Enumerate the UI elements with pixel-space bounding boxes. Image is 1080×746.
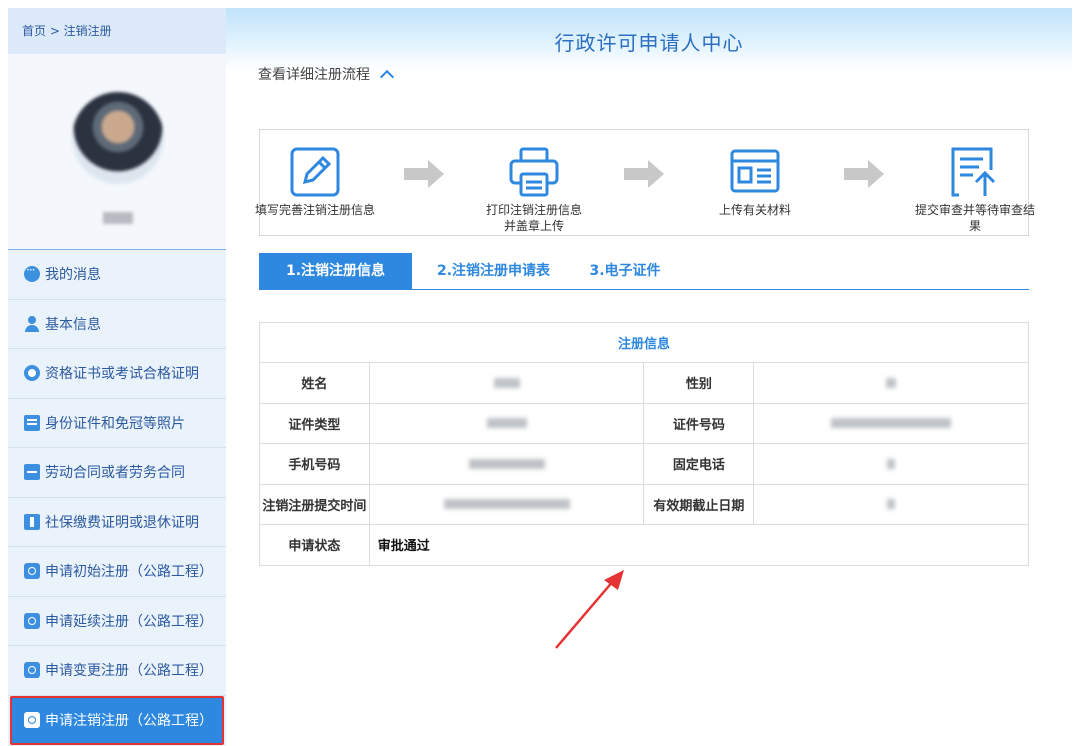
- value-phone: [753, 443, 1029, 485]
- status-value: 审批通过: [368, 524, 1030, 566]
- folder-icon: [24, 464, 40, 481]
- value-id-type: [368, 402, 645, 444]
- breadcrumb[interactable]: 首页 > 注销注册: [8, 8, 226, 54]
- step-submit: 提交审查并等待审查结果: [905, 130, 1045, 234]
- table-row: 手机号码 固定电话: [259, 443, 1029, 485]
- label-gender: 性别: [643, 362, 755, 404]
- arrow-right-icon: [404, 160, 444, 188]
- label-submit-time: 注销注册提交时间: [259, 483, 370, 525]
- sidebar-item-label: 资格证书或考试合格证明: [45, 366, 199, 383]
- document-icon: [24, 513, 40, 530]
- sidebar-item-label: 申请变更注册（公路工程）: [45, 663, 213, 680]
- value-id-number: [753, 402, 1029, 444]
- redacted-value: [886, 377, 897, 388]
- edit-icon: [289, 146, 341, 198]
- step-label: 填写完善注销注册信息: [254, 203, 375, 217]
- profile-panel: [8, 54, 226, 250]
- label-expiry: 有效期截止日期: [643, 483, 755, 525]
- id-card-icon: [24, 414, 40, 431]
- step-label: 上传有关材料: [718, 203, 791, 217]
- sidebar-item-basic-info[interactable]: 基本信息: [8, 299, 226, 349]
- table-row: 姓名 性别: [259, 362, 1029, 404]
- value-mobile: [368, 443, 645, 485]
- tab-cancel-application[interactable]: 2.注销注册申请表: [412, 253, 575, 289]
- sidebar-item-renewal-registration[interactable]: 申请延续注册（公路工程）: [8, 596, 226, 646]
- step-label: 打印注销注册信息并盖章上传: [485, 203, 582, 233]
- main-content: 行政许可申请人中心 查看详细注册流程 填写完善注销注册信息 打印注销注册信息并盖…: [226, 8, 1072, 746]
- table-row: 申请状态 审批通过: [259, 524, 1030, 566]
- user-icon: [24, 315, 40, 332]
- step-print: 打印注销注册信息并盖章上传: [464, 130, 604, 234]
- redacted-value: [887, 458, 896, 469]
- sidebar-item-messages[interactable]: 我的消息: [8, 250, 226, 300]
- camera-icon: [24, 563, 40, 580]
- table-caption: 注册信息: [259, 322, 1029, 363]
- label-id-number: 证件号码: [643, 402, 755, 444]
- page-header: 行政许可申请人中心: [226, 8, 1072, 70]
- label-phone: 固定电话: [643, 443, 755, 485]
- value-gender: [753, 362, 1029, 404]
- message-icon: [24, 263, 40, 283]
- profile-name: [103, 212, 133, 224]
- tab-bar: 1.注销注册信息 2.注销注册申请表 3.电子证件: [259, 253, 1029, 290]
- sidebar-item-initial-registration[interactable]: 申请初始注册（公路工程）: [8, 547, 226, 597]
- process-steps: 填写完善注销注册信息 打印注销注册信息并盖章上传 上传有关材料 提交审查并等待审…: [255, 129, 1035, 236]
- value-expiry: [753, 483, 1029, 525]
- label-mobile: 手机号码: [259, 443, 370, 485]
- arrow-right-icon: [624, 160, 664, 188]
- chevron-up-icon[interactable]: [379, 69, 395, 85]
- sidebar-item-contract[interactable]: 劳动合同或者劳务合同: [8, 448, 226, 498]
- label-id-type: 证件类型: [259, 402, 370, 444]
- submit-icon: [949, 146, 1001, 198]
- redacted-value: [486, 418, 527, 429]
- label-name: 姓名: [259, 362, 370, 404]
- page-title: 行政许可申请人中心: [554, 31, 744, 55]
- sidebar-nav: 我的消息 基本信息 资格证书或考试合格证明 身份证件和免冠等照片 劳动合同或者劳…: [8, 250, 226, 745]
- sidebar-item-social-security[interactable]: 社保缴费证明或退休证明: [8, 497, 226, 547]
- table-row: 证件类型 证件号码: [259, 402, 1029, 444]
- sidebar-item-cancel-registration[interactable]: 申请注销注册（公路工程）: [10, 695, 224, 745]
- camera-icon: [24, 712, 40, 729]
- camera-icon: [24, 662, 40, 679]
- arrow-right-icon: [844, 160, 884, 188]
- tab-e-certificate[interactable]: 3.电子证件: [575, 253, 675, 289]
- sidebar-item-label: 身份证件和免冠等照片: [45, 415, 185, 432]
- camera-icon: [24, 612, 40, 629]
- sidebar: 首页 > 注销注册 我的消息 基本信息 资格证书或考试合格证明 身份证件和免冠等…: [8, 8, 226, 746]
- sidebar-item-label: 申请注销注册（公路工程）: [45, 713, 213, 730]
- flow-toggle-label: 查看详细注册流程: [258, 67, 370, 83]
- redacted-value: [831, 418, 952, 429]
- annotation-arrow-icon: [555, 570, 624, 649]
- redacted-value: [443, 499, 570, 510]
- sidebar-item-label: 基本信息: [45, 316, 101, 333]
- sidebar-item-label: 劳动合同或者劳务合同: [45, 465, 185, 482]
- sidebar-item-certificate[interactable]: 资格证书或考试合格证明: [8, 349, 226, 399]
- table-row: 注销注册提交时间 有效期截止日期: [259, 483, 1029, 525]
- sidebar-item-id-photos[interactable]: 身份证件和免冠等照片: [8, 398, 226, 448]
- avatar: [72, 92, 164, 184]
- redacted-value: [887, 499, 896, 510]
- step-label: 提交审查并等待审查结果: [914, 203, 1035, 233]
- registration-info-table: 注册信息 姓名 性别 证件类型 证件号码 手机号码 固定电话 注销注册提交时间 …: [259, 322, 1030, 566]
- value-name: [368, 362, 645, 404]
- sidebar-item-label: 申请延续注册（公路工程）: [45, 613, 213, 630]
- upload-doc-icon: [729, 146, 781, 198]
- printer-icon: [508, 146, 560, 198]
- step-fill-info: 填写完善注销注册信息: [245, 130, 385, 218]
- sidebar-item-change-registration[interactable]: 申请变更注册（公路工程）: [8, 646, 226, 696]
- redacted-value: [493, 377, 520, 388]
- sidebar-item-label: 社保缴费证明或退休证明: [45, 514, 199, 531]
- sidebar-item-label: 我的消息: [45, 267, 101, 284]
- label-status: 申请状态: [259, 524, 370, 566]
- certificate-icon: [24, 365, 40, 382]
- tab-cancel-info[interactable]: 1.注销注册信息: [259, 253, 412, 289]
- sidebar-item-label: 申请初始注册（公路工程）: [45, 564, 213, 581]
- step-upload: 上传有关材料: [685, 130, 825, 218]
- value-submit-time: [368, 483, 645, 525]
- redacted-value: [468, 458, 545, 469]
- flow-toggle[interactable]: 查看详细注册流程: [258, 64, 395, 85]
